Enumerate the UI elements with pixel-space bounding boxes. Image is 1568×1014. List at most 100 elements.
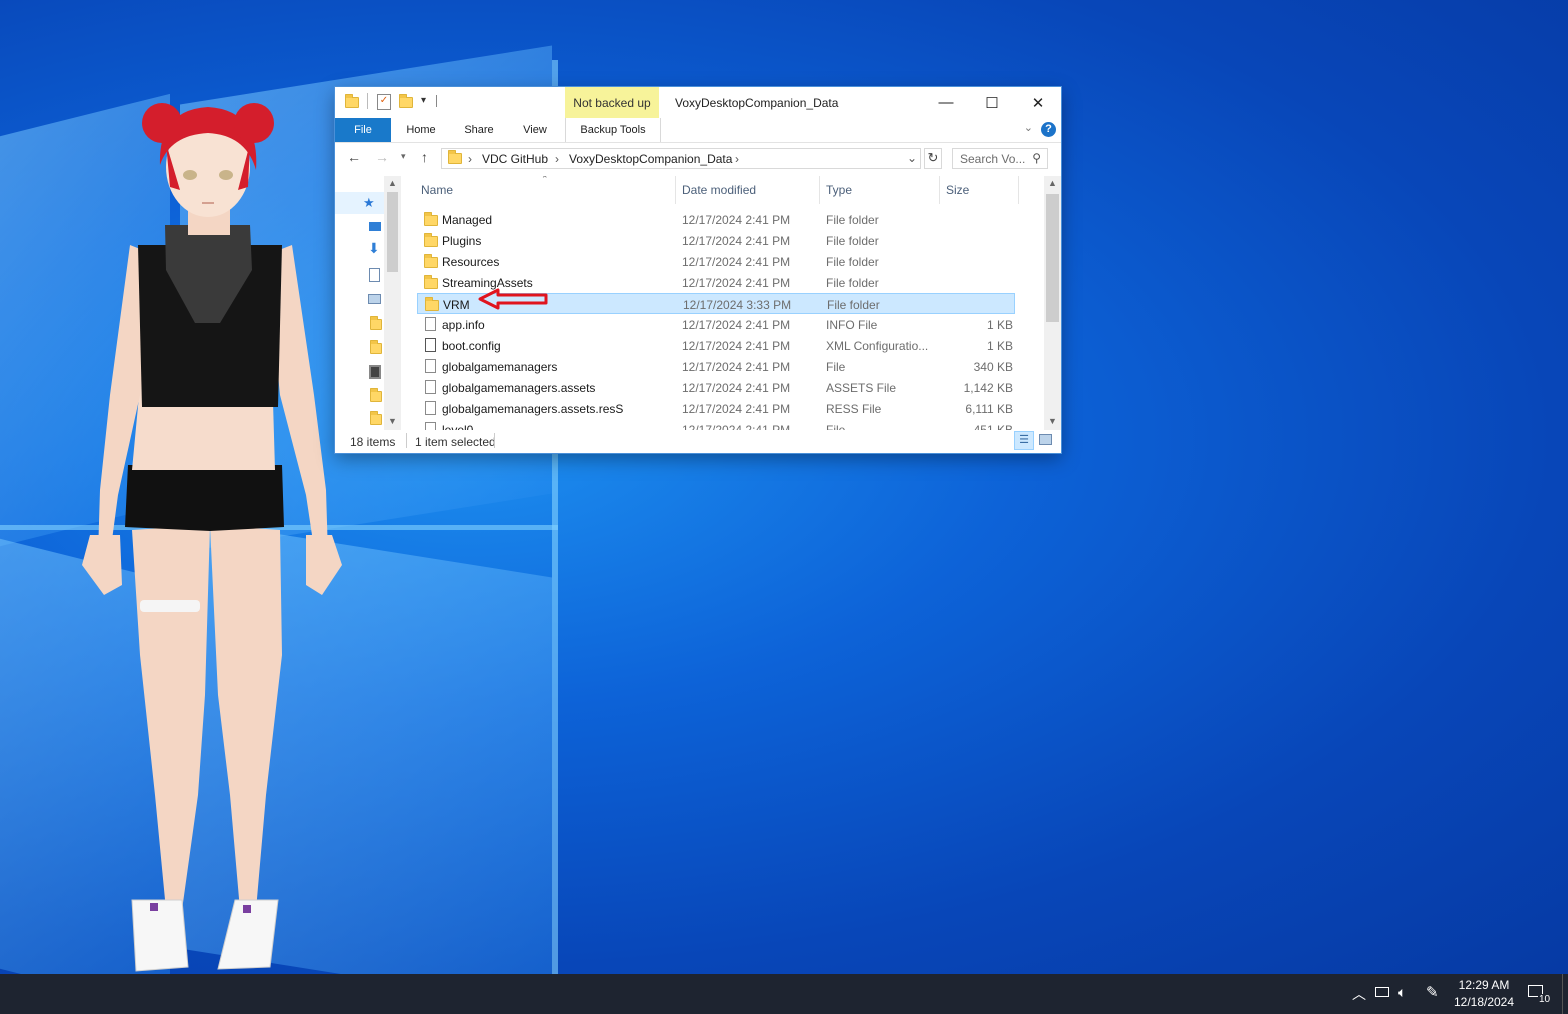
arrow-up-icon[interactable]: ↑ [421, 149, 428, 165]
desktop-icon[interactable] [369, 222, 381, 231]
pen-icon[interactable]: ✎ [1426, 983, 1439, 1001]
file-type: File folder [826, 234, 879, 248]
file-row[interactable]: app.info 12/17/2024 2:41 PM INFO File 1 KB [417, 314, 1015, 335]
file-size: 1,142 KB [963, 381, 1013, 395]
file-list-scrollbar[interactable]: ▲ ▼ [1044, 176, 1061, 430]
tab-home[interactable]: Home [395, 118, 447, 142]
breadcrumb-current-folder[interactable]: VoxyDesktopCompanion_Data [569, 152, 732, 166]
show-desktop-button[interactable] [1562, 974, 1563, 1014]
column-divider[interactable] [819, 176, 820, 204]
file-explorer-window[interactable]: ✓ ▾ Not backed up VoxyDesktopCompanion_D… [335, 87, 1061, 453]
close-button[interactable]: ✕ [1015, 87, 1061, 118]
scroll-down-icon[interactable]: ▼ [388, 416, 397, 426]
downloads-icon[interactable]: ⬇ [368, 240, 380, 257]
clock[interactable]: 12:29 AM 12/18/2024 [1448, 977, 1520, 1011]
file-name: globalgamemanagers [442, 360, 558, 374]
file-date: 12/17/2024 2:41 PM [682, 213, 791, 227]
file-row[interactable]: globalgamemanagers.assets.resS 12/17/2024… [417, 398, 1015, 419]
column-divider[interactable] [675, 176, 676, 204]
navigation-bar: ← → ▾ ↑ › VDC GitHub › VoxyDesktopCompan… [335, 143, 1061, 173]
column-divider[interactable] [1018, 176, 1019, 204]
file-name: VRM [443, 298, 470, 312]
desktop-companion-avatar[interactable] [70, 95, 360, 975]
column-divider[interactable] [939, 176, 940, 204]
item-count: 18 items [350, 435, 396, 449]
tab-view[interactable]: View [509, 118, 561, 142]
breadcrumb-separator-icon[interactable]: › [735, 152, 739, 166]
breadcrumb-separator-icon[interactable]: › [555, 152, 559, 166]
details-view-icon[interactable]: ☰ [1014, 431, 1034, 450]
arrow-right-icon[interactable]: → [375, 149, 389, 165]
file-row[interactable]: globalgamemanagers 12/17/2024 2:41 PM File… [417, 356, 1015, 377]
videos-icon[interactable] [369, 365, 381, 379]
address-bar[interactable]: › VDC GitHub › VoxyDesktopCompanion_Data… [441, 148, 921, 169]
scroll-up-icon[interactable]: ▲ [1048, 178, 1057, 188]
column-header-date[interactable]: Date modified [682, 183, 756, 197]
navigation-pane[interactable]: ★ ⬇ ▲ ▼ [335, 176, 401, 430]
show-hidden-icons-icon[interactable]: ︿ [1352, 984, 1366, 1004]
file-name: boot.config [442, 339, 501, 353]
recent-locations-icon[interactable]: ▾ [401, 151, 406, 162]
file-date: 12/17/2024 2:41 PM [682, 318, 791, 332]
file-type: File folder [827, 298, 880, 312]
refresh-icon[interactable]: ↻ [924, 148, 942, 169]
annotation-arrow [478, 288, 548, 310]
folder-row[interactable]: Plugins 12/17/2024 2:41 PM File folder [417, 230, 1015, 251]
status-bar: 18 items 1 item selected ☰ [335, 430, 1061, 453]
documents-icon[interactable] [369, 268, 380, 282]
folder-icon[interactable] [370, 411, 382, 428]
search-input[interactable]: Search Vo... ⚲ [952, 148, 1048, 169]
folder-row[interactable]: Resources 12/17/2024 2:41 PM File folder [417, 251, 1015, 272]
navpane-scrollbar[interactable]: ▲ ▼ [384, 176, 401, 430]
help-icon[interactable]: ? [1041, 122, 1056, 137]
file-type: File folder [826, 276, 879, 290]
scroll-down-icon[interactable]: ▼ [1048, 416, 1057, 426]
tab-file[interactable]: File [335, 118, 391, 142]
folder-icon[interactable] [370, 388, 382, 405]
file-row[interactable]: globalgamemanagers.assets 12/17/2024 2:41… [417, 377, 1015, 398]
expand-ribbon-icon[interactable]: ⌄ [1024, 121, 1033, 134]
minimize-button[interactable]: — [923, 87, 969, 118]
file-date: 12/17/2024 2:41 PM [682, 234, 791, 248]
pictures-icon[interactable] [368, 294, 381, 304]
customize-quick-access-icon[interactable]: ▾ [421, 95, 426, 106]
scroll-thumb[interactable] [387, 192, 398, 272]
file-date: 12/17/2024 2:41 PM [682, 381, 791, 395]
arrow-left-icon[interactable]: ← [347, 149, 361, 165]
tab-share[interactable]: Share [453, 118, 505, 142]
volume-icon[interactable]: 🔈︎ [1398, 984, 1406, 1001]
file-date: 12/17/2024 2:41 PM [682, 360, 791, 374]
separator [406, 433, 407, 448]
folder-icon[interactable] [370, 340, 382, 357]
new-folder-icon[interactable] [399, 94, 413, 111]
address-dropdown-icon[interactable]: ⌄ [907, 151, 917, 165]
breadcrumb-separator-icon[interactable]: › [468, 152, 472, 166]
file-list[interactable]: ⌃ Name Date modified Type Size Managed 12… [415, 176, 1041, 430]
file-row[interactable]: level0 12/17/2024 2:41 PM File 451 KB [417, 419, 1015, 430]
title-bar[interactable]: ✓ ▾ Not backed up VoxyDesktopCompanion_D… [335, 87, 1061, 118]
file-date: 12/17/2024 3:33 PM [683, 298, 792, 312]
maximize-button[interactable]: ☐ [969, 87, 1015, 118]
quick-access-item[interactable]: ★ [335, 192, 384, 214]
folder-row[interactable]: Managed 12/17/2024 2:41 PM File folder [417, 209, 1015, 230]
file-row[interactable]: boot.config 12/17/2024 2:41 PM XML Configu… [417, 335, 1015, 356]
search-placeholder: Search Vo... [960, 152, 1026, 166]
column-header-type[interactable]: Type [826, 183, 852, 197]
column-header-size[interactable]: Size [946, 183, 969, 197]
breadcrumb-vdc-github[interactable]: VDC GitHub [482, 152, 548, 166]
file-date: 12/17/2024 2:41 PM [682, 339, 791, 353]
properties-icon[interactable]: ✓ [377, 94, 391, 110]
sort-ascending-icon: ⌃ [541, 176, 549, 184]
file-type: File folder [826, 255, 879, 269]
file-name: level0 [442, 423, 474, 430]
scroll-up-icon[interactable]: ▲ [388, 178, 397, 188]
file-name: app.info [442, 318, 485, 332]
tab-backup-tools[interactable]: Backup Tools [565, 118, 661, 142]
folder-icon[interactable] [370, 316, 382, 333]
separator [436, 95, 437, 107]
column-header-name[interactable]: Name [421, 183, 453, 197]
large-icons-view-icon[interactable] [1039, 434, 1052, 445]
network-icon[interactable] [1375, 987, 1389, 997]
scroll-thumb[interactable] [1046, 194, 1059, 322]
file-size: 6,111 KB [965, 402, 1013, 416]
